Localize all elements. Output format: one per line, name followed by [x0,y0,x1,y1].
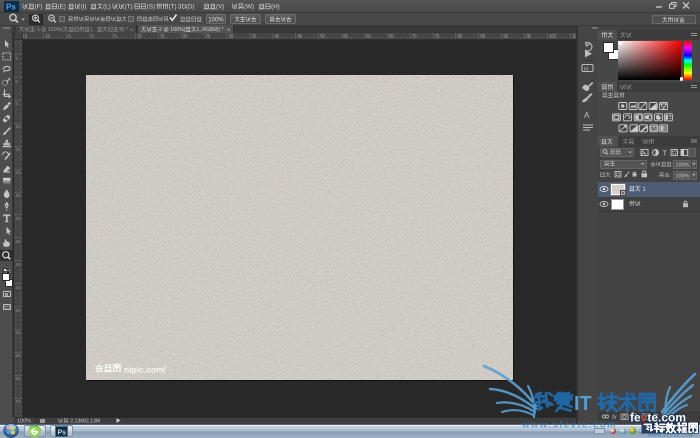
svg-text:IT: IT [574,393,592,415]
svg-text:www.sfevte.com: www.sfevte.com [521,420,617,431]
